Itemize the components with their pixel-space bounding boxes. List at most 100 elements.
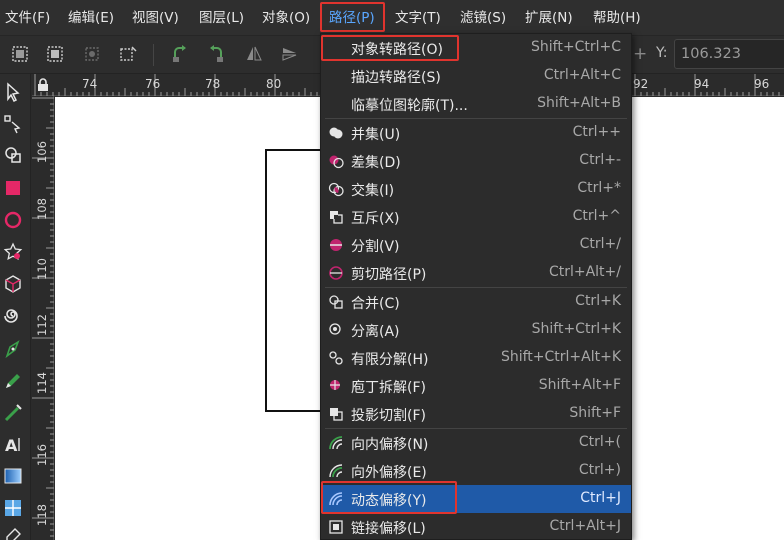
menu-item-shortcut: Ctrl+* bbox=[577, 180, 621, 196]
menu-view[interactable]: 视图(V) bbox=[132, 8, 179, 29]
path-menu-item[interactable]: 链接偏移(L) Ctrl+Alt+J bbox=[321, 513, 631, 540]
menu-help[interactable]: 帮助(H) bbox=[593, 8, 641, 29]
3d-box-tool-icon[interactable] bbox=[3, 274, 23, 294]
node-tool-icon[interactable] bbox=[3, 114, 23, 134]
y-coordinate-input[interactable]: 106.323 bbox=[674, 39, 784, 69]
path-menu-item[interactable]: 临摹位图轮廓(T)... Shift+Alt+B bbox=[321, 90, 631, 118]
menu-item-label: 并集(U) bbox=[351, 127, 401, 143]
menu-object[interactable]: 对象(O) bbox=[262, 8, 310, 29]
path-menu-item[interactable]: 投影切割(F) Shift+F bbox=[321, 400, 631, 428]
menu-item-shortcut: Ctrl+^ bbox=[572, 208, 621, 224]
menubar: 文件(F) 编辑(E) 视图(V) 图层(L) 对象(O) 路径(P) 文字(T… bbox=[0, 0, 784, 36]
menu-item-shortcut: Ctrl+J bbox=[580, 490, 621, 506]
ruler-label: 94 bbox=[694, 77, 710, 91]
ruler-label: 112 bbox=[35, 314, 49, 336]
menu-layer[interactable]: 图层(L) bbox=[199, 8, 244, 29]
menu-item-shortcut: Shift+Ctrl+C bbox=[531, 39, 621, 55]
path-menu-item[interactable]: 庖丁拆解(F) Shift+Alt+F bbox=[321, 372, 631, 400]
rotate-ccw-icon[interactable] bbox=[170, 44, 190, 64]
toolbar-separator bbox=[153, 44, 154, 66]
fracture-icon bbox=[330, 380, 340, 390]
ruler-label: 108 bbox=[35, 198, 49, 220]
menu-filters[interactable]: 滤镜(S) bbox=[460, 8, 506, 29]
path-menu-item[interactable]: 剪切路径(P) Ctrl+Alt+/ bbox=[321, 259, 631, 287]
toolbox: A bbox=[0, 74, 31, 540]
path-menu-item[interactable]: 互斥(X) Ctrl+^ bbox=[321, 203, 631, 231]
ruler-label: 80 bbox=[266, 77, 282, 91]
ruler-label: 92 bbox=[633, 77, 649, 91]
rotate-cw-icon[interactable] bbox=[206, 44, 226, 64]
menu-text[interactable]: 文字(T) bbox=[395, 8, 441, 29]
spiral-tool-icon[interactable] bbox=[3, 306, 23, 326]
ruler-label: 116 bbox=[35, 444, 49, 466]
path-menu-item[interactable]: 分割(V) Ctrl+/ bbox=[321, 231, 631, 259]
ellipse-tool-icon[interactable] bbox=[3, 210, 23, 230]
path-menu-item[interactable]: 合并(C) Ctrl+K bbox=[321, 288, 631, 316]
object-to-path-highlight bbox=[321, 35, 459, 61]
menu-item-shortcut: Shift+Alt+F bbox=[538, 377, 621, 393]
selector-tool-icon[interactable] bbox=[3, 82, 23, 102]
menu-item-label: 分割(V) bbox=[351, 239, 400, 255]
menu-file[interactable]: 文件(F) bbox=[5, 8, 50, 29]
path-menu-item[interactable]: 差集(D) Ctrl+- bbox=[321, 147, 631, 175]
gradient-tool-icon[interactable] bbox=[3, 466, 23, 486]
add-button[interactable]: + bbox=[633, 44, 647, 64]
cut-path-icon bbox=[329, 266, 343, 280]
path-menu-highlight bbox=[320, 2, 385, 32]
flip-vertical-icon[interactable] bbox=[280, 44, 300, 64]
menu-item-shortcut: Shift+Ctrl+Alt+K bbox=[500, 349, 621, 365]
difference-icon bbox=[329, 155, 344, 169]
menu-item-shortcut: Ctrl++ bbox=[572, 124, 621, 140]
menu-item-label: 有限分解(H) bbox=[351, 352, 429, 368]
menu-item-label: 互斥(X) bbox=[351, 211, 400, 227]
path-menu-item[interactable]: 分离(A) Shift+Ctrl+K bbox=[321, 316, 631, 344]
ruler-label: 78 bbox=[205, 77, 221, 91]
path-menu-item[interactable]: 描边转路径(S) Ctrl+Alt+C bbox=[321, 62, 631, 90]
outset-icon bbox=[329, 464, 343, 478]
select-all-icon[interactable] bbox=[10, 44, 30, 64]
text-tool-icon[interactable]: A bbox=[3, 434, 23, 454]
menu-item-label: 链接偏移(L) bbox=[351, 521, 426, 537]
select-all-layers-icon[interactable] bbox=[45, 44, 65, 64]
dynamic-offset-highlight bbox=[321, 481, 457, 514]
path-menu-item[interactable]: 向内偏移(N) Ctrl+( bbox=[321, 429, 631, 457]
ruler-label: 74 bbox=[82, 77, 98, 91]
break-apart-icon bbox=[329, 323, 341, 335]
menu-item-shortcut: Shift+Alt+B bbox=[537, 95, 621, 111]
svg-text:A: A bbox=[5, 436, 18, 454]
calligraphy-tool-icon[interactable] bbox=[3, 403, 23, 423]
path-menu-item[interactable]: 有限分解(H) Shift+Ctrl+Alt+K bbox=[321, 344, 631, 372]
menu-extensions[interactable]: 扩展(N) bbox=[525, 8, 573, 29]
path-menu-item[interactable]: 并集(U) Ctrl++ bbox=[321, 119, 631, 147]
menu-item-shortcut: Ctrl+( bbox=[578, 434, 621, 450]
shape-builder-icon[interactable] bbox=[3, 145, 23, 165]
menu-item-label: 临摹位图轮廓(T)... bbox=[351, 98, 468, 114]
rectangle-tool-icon[interactable] bbox=[3, 178, 23, 198]
menu-item-label: 向内偏移(N) bbox=[351, 437, 429, 453]
lock-icon[interactable] bbox=[36, 78, 50, 92]
deselect-icon[interactable] bbox=[118, 44, 138, 64]
star-tool-icon[interactable] bbox=[3, 242, 23, 262]
linked-offset-icon bbox=[329, 520, 343, 534]
menu-item-label: 向外偏移(E) bbox=[351, 465, 427, 481]
intersection-icon bbox=[328, 182, 344, 197]
mesh-tool-icon[interactable] bbox=[3, 498, 23, 518]
menu-item-shortcut: Shift+Ctrl+K bbox=[531, 321, 621, 337]
menu-edit[interactable]: 编辑(E) bbox=[68, 8, 114, 29]
exclusion-icon bbox=[330, 211, 343, 224]
menu-item-label: 庖丁拆解(F) bbox=[351, 380, 426, 396]
ruler-label: 114 bbox=[35, 372, 49, 394]
menu-item-shortcut: Ctrl+/ bbox=[579, 236, 621, 252]
menu-item-shortcut: Ctrl+K bbox=[575, 293, 621, 309]
menu-item-shortcut: Ctrl+) bbox=[578, 462, 621, 478]
flatten-icon bbox=[330, 408, 343, 421]
path-menu-item[interactable]: 交集(I) Ctrl+* bbox=[321, 175, 631, 203]
select-same-icon[interactable] bbox=[82, 44, 102, 64]
flip-horizontal-icon[interactable] bbox=[244, 44, 264, 64]
pencil-tool-icon[interactable] bbox=[3, 371, 23, 391]
division-icon bbox=[330, 239, 342, 251]
dropper-tool-icon[interactable] bbox=[3, 526, 23, 540]
ruler-label: 76 bbox=[145, 77, 161, 91]
menu-item-shortcut: Ctrl+Alt+J bbox=[549, 518, 621, 534]
pen-tool-icon[interactable] bbox=[3, 339, 23, 359]
